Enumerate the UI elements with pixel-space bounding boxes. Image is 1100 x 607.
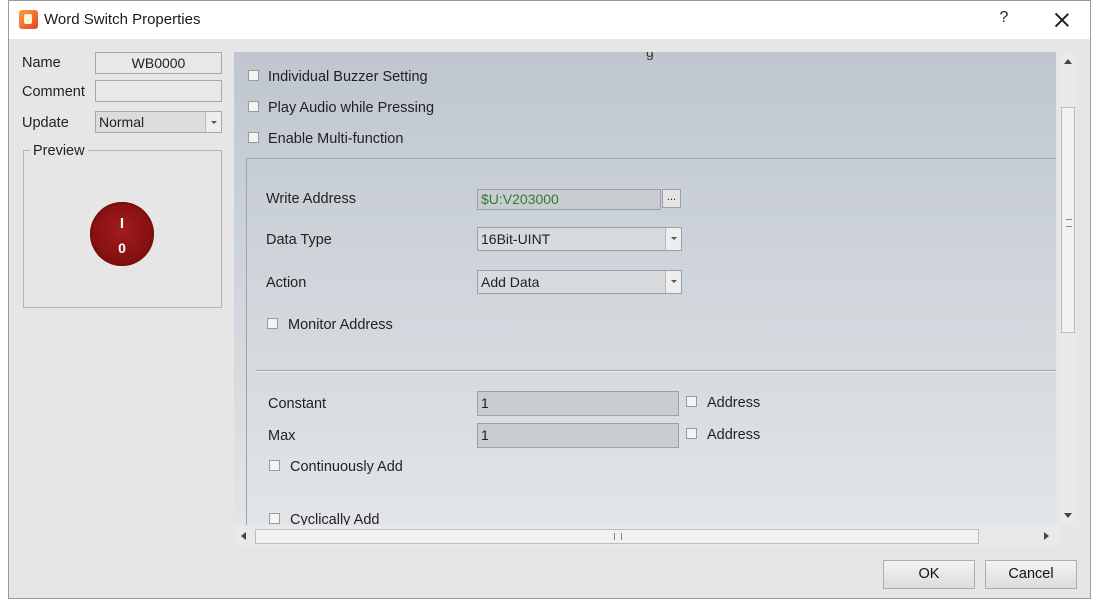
multi-function-checkbox[interactable] xyxy=(248,132,259,143)
data-type-value: 16Bit-UINT xyxy=(481,231,551,247)
write-address-label: Write Address xyxy=(266,191,356,207)
play-audio-label: Play Audio while Pressing xyxy=(268,100,435,116)
constant-address-label: Address xyxy=(707,395,761,411)
comment-field[interactable] xyxy=(95,80,222,102)
constant-field[interactable]: 1 xyxy=(477,391,679,416)
cyclically-add-checkbox[interactable] xyxy=(269,513,280,524)
help-button[interactable]: ? xyxy=(992,9,1016,31)
cyclically-add-label: Cyclically Add xyxy=(290,512,380,525)
chevron-down-icon[interactable] xyxy=(665,271,681,293)
continuously-add-label: Continuously Add xyxy=(290,459,403,475)
ok-button[interactable]: OK xyxy=(883,560,975,589)
app-icon xyxy=(19,10,38,29)
multi-function-label: Enable Multi-function xyxy=(268,131,404,147)
data-type-select[interactable]: 16Bit-UINT xyxy=(477,227,682,251)
scroll-right-icon[interactable] xyxy=(1044,532,1049,540)
action-select[interactable]: Add Data xyxy=(477,270,682,294)
scroll-left-icon[interactable] xyxy=(241,532,246,540)
monitor-address-label: Monitor Address xyxy=(288,317,393,333)
browse-address-button[interactable]: ... xyxy=(662,189,681,208)
max-address-label: Address xyxy=(707,427,761,443)
continuously-add-checkbox[interactable] xyxy=(269,460,280,471)
knob-top-label: I xyxy=(119,215,125,232)
chevron-down-icon[interactable] xyxy=(665,228,681,250)
preview-knob-icon: I 0 xyxy=(90,202,154,266)
scroll-up-icon[interactable] xyxy=(1064,59,1072,64)
vertical-scrollbar[interactable] xyxy=(1059,52,1077,525)
properties-dialog: Word Switch Properties ? Name WB0000 Com… xyxy=(8,0,1091,599)
section-divider xyxy=(256,370,1056,371)
individual-buzzer-label: Individual Buzzer Setting xyxy=(268,69,428,85)
write-address-field[interactable]: $U:V203000 xyxy=(477,189,661,210)
update-label: Update xyxy=(22,115,69,131)
properties-content: g Individual Buzzer Setting Play Audio w… xyxy=(234,52,1056,525)
grip-icon xyxy=(614,533,622,540)
close-icon[interactable] xyxy=(1049,7,1075,33)
horizontal-scroll-thumb[interactable] xyxy=(255,529,979,544)
grip-icon xyxy=(1066,219,1072,227)
scroll-down-icon[interactable] xyxy=(1064,513,1072,518)
data-type-label: Data Type xyxy=(266,232,332,248)
comment-label: Comment xyxy=(22,84,85,100)
monitor-address-checkbox[interactable] xyxy=(267,318,278,329)
preview-label: Preview xyxy=(30,143,88,159)
title-bar: Word Switch Properties ? xyxy=(9,1,1090,39)
action-label: Action xyxy=(266,275,307,291)
max-address-checkbox[interactable] xyxy=(686,428,697,439)
update-select[interactable]: Normal xyxy=(95,111,222,133)
knob-bottom-label: 0 xyxy=(118,240,126,256)
individual-buzzer-checkbox[interactable] xyxy=(248,70,259,81)
name-field[interactable]: WB0000 xyxy=(95,52,222,74)
cancel-button[interactable]: Cancel xyxy=(985,560,1077,589)
play-audio-checkbox[interactable] xyxy=(248,101,259,112)
max-field[interactable]: 1 xyxy=(477,423,679,448)
clipped-text: g xyxy=(646,52,654,60)
constant-address-checkbox[interactable] xyxy=(686,396,697,407)
max-label: Max xyxy=(268,428,296,444)
constant-label: Constant xyxy=(268,396,327,412)
horizontal-scrollbar[interactable] xyxy=(234,526,1059,546)
update-value: Normal xyxy=(99,114,145,130)
name-label: Name xyxy=(22,55,61,71)
window-title: Word Switch Properties xyxy=(44,11,201,28)
action-value: Add Data xyxy=(481,274,540,290)
vertical-scroll-thumb[interactable] xyxy=(1061,107,1075,333)
chevron-down-icon[interactable] xyxy=(205,112,221,132)
